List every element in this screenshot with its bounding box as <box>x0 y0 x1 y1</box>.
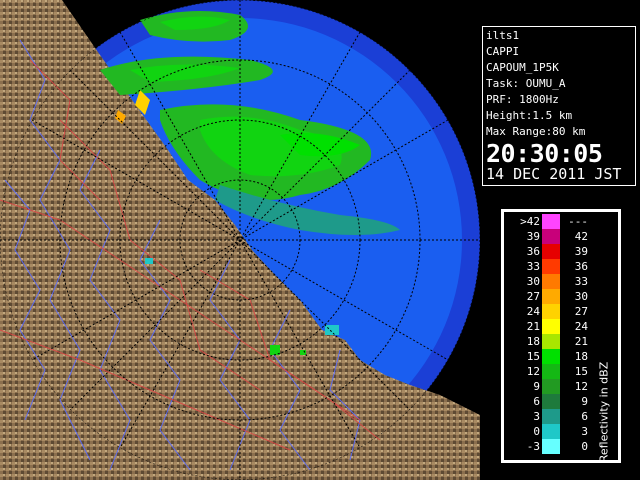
legend-swatch <box>542 439 560 454</box>
radar-info-panel: ilts1 CAPPI CAPOUM_1P5K Task: OUMU_A PRF… <box>482 26 636 186</box>
legend-swatch <box>542 289 560 304</box>
legend-swatch <box>542 229 560 244</box>
legend-swatch <box>542 364 560 379</box>
legend-swatch <box>542 259 560 274</box>
legend-row-high: --- <box>568 215 588 228</box>
legend-row-high: 36 <box>574 260 588 273</box>
product-type: CAPPI <box>486 45 520 58</box>
legend-row-high: 3 <box>581 425 588 438</box>
legend-row-low: 0 <box>533 425 540 438</box>
legend-row-high: 30 <box>574 290 588 303</box>
legend-row-low: 15 <box>526 350 540 363</box>
scan-date: 14 DEC 2011 JST <box>486 165 622 183</box>
legend-row-high: 9 <box>581 395 588 408</box>
legend-swatch <box>542 274 560 289</box>
legend-swatch <box>542 394 560 409</box>
legend-row-high: 12 <box>574 380 588 393</box>
task-label: Task: OUMU_A <box>486 77 566 90</box>
legend-row-low: 36 <box>526 245 540 258</box>
prf-label: PRF: 1800Hz <box>486 93 559 106</box>
legend-row-high: 24 <box>574 320 588 333</box>
radar-map-canvas <box>0 0 480 480</box>
legend-row-low: 3 <box>533 410 540 423</box>
legend-row-high: 27 <box>574 305 588 318</box>
legend-swatch <box>542 304 560 319</box>
legend-title: Reflectivity in dBZ <box>597 361 611 463</box>
legend-row-low: 6 <box>533 395 540 408</box>
scan-time: 20:30:05 <box>486 139 603 168</box>
radar-map[interactable] <box>0 0 480 480</box>
legend-swatch <box>542 244 560 259</box>
legend-row-low: 33 <box>526 260 540 273</box>
max-range-label: Max Range:80 km <box>486 125 586 138</box>
legend-row-low: -3 <box>526 440 540 453</box>
product-name: CAPOUM_1P5K <box>486 61 559 74</box>
legend-swatch <box>542 214 560 229</box>
legend-swatch <box>542 349 560 364</box>
height-label: Height:1.5 km <box>486 109 573 122</box>
legend-row-low: 27 <box>526 290 540 303</box>
reflectivity-legend: >42 --- 39 42 36 39 33 36 30 33 27 30 24 27 21 24 18 21 15… <box>500 208 622 464</box>
legend-swatch <box>542 424 560 439</box>
legend-row-high: 39 <box>574 245 588 258</box>
legend-row-low: 30 <box>526 275 540 288</box>
legend-body: >42 --- 39 42 36 39 33 36 30 33 27 30 24 27 21 24 18 21 15… <box>504 212 618 463</box>
legend-row-high: 0 <box>581 440 588 453</box>
legend-swatch <box>542 319 560 334</box>
site-name: ilts1 <box>486 29 520 42</box>
legend-row-high: 18 <box>574 350 588 363</box>
legend-row-high: 15 <box>574 365 588 378</box>
legend-row-high: 33 <box>574 275 588 288</box>
legend-row-low: 9 <box>533 380 540 393</box>
legend-row-low: 12 <box>526 365 540 378</box>
legend-row-high: 6 <box>581 410 588 423</box>
legend-row-low: 24 <box>526 305 540 318</box>
legend-swatch <box>542 379 560 394</box>
legend-row-high: 42 <box>574 230 588 243</box>
legend-row-low: 18 <box>526 335 540 348</box>
legend-row-low: >42 <box>520 215 540 228</box>
legend-swatch <box>542 334 560 349</box>
legend-row-high: 21 <box>574 335 588 348</box>
legend-row-low: 21 <box>526 320 540 333</box>
legend-row-low: 39 <box>526 230 540 243</box>
legend-swatch <box>542 409 560 424</box>
